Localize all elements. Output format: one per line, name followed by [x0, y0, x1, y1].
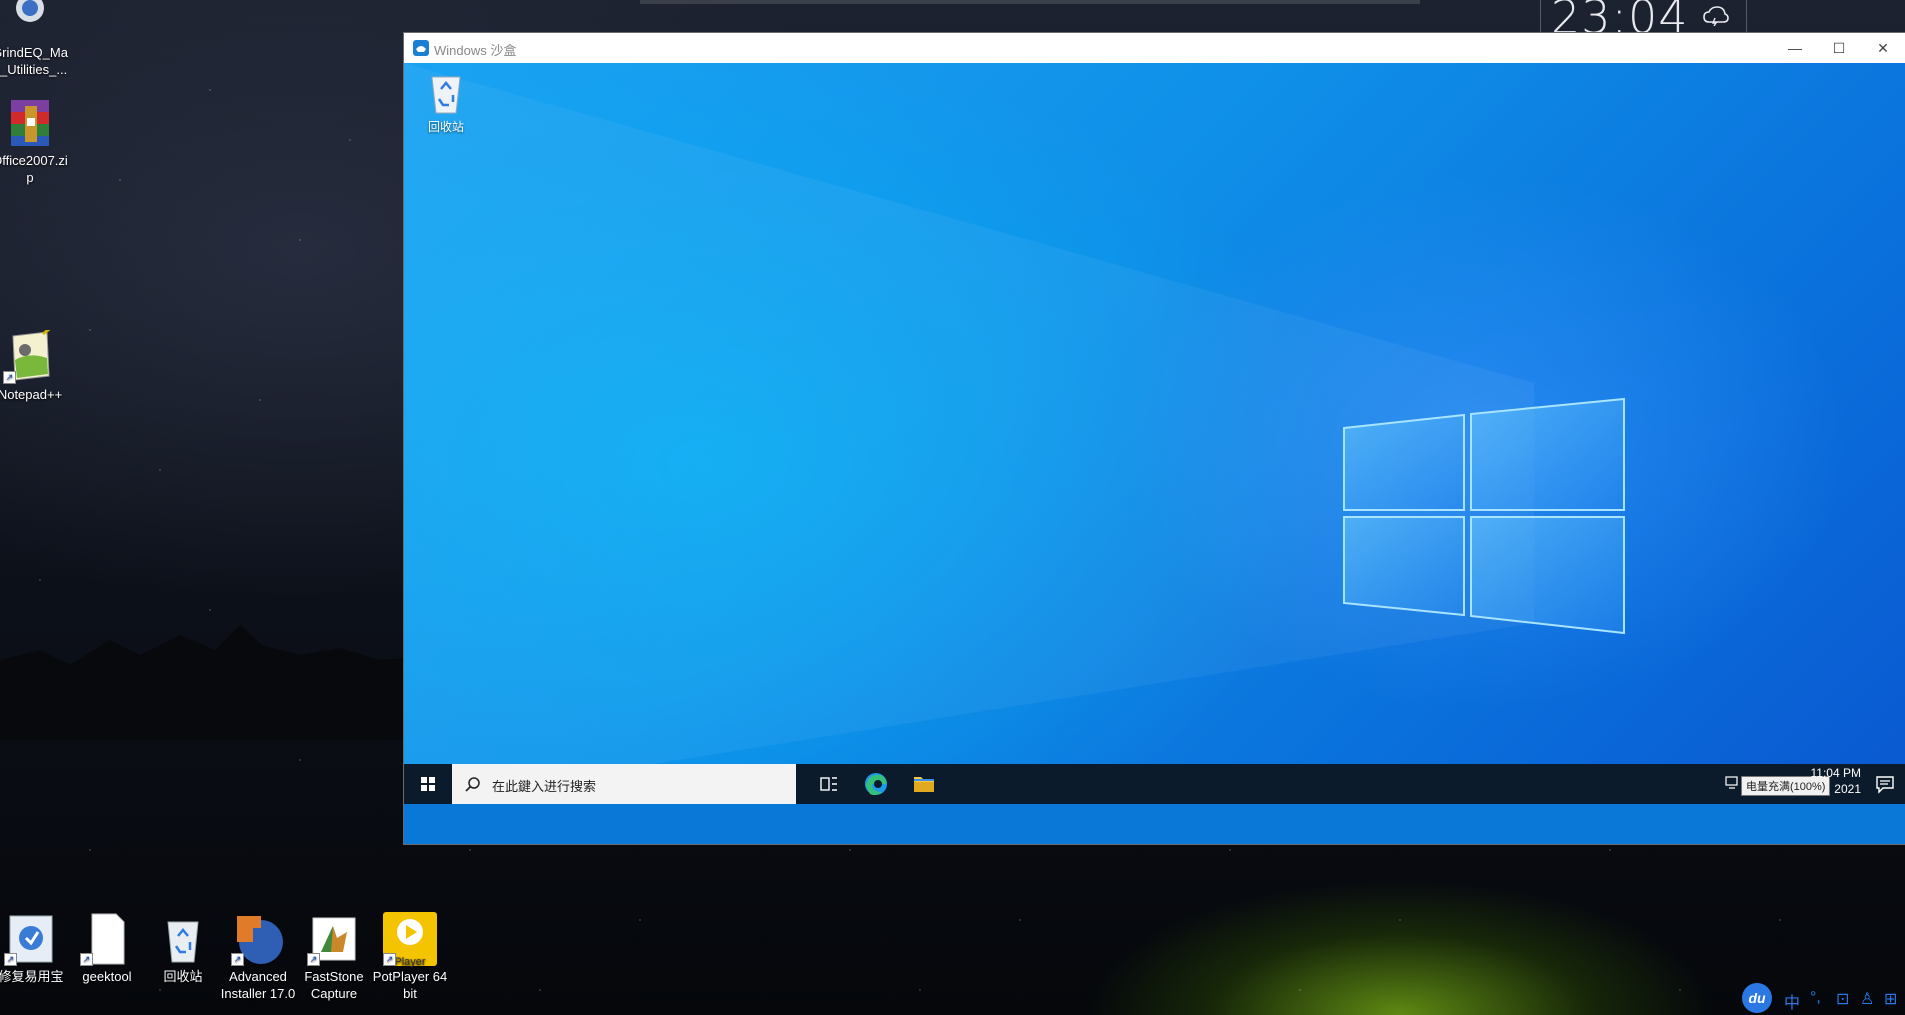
edge-browser-icon [865, 773, 887, 796]
desktop-icon-repair-tool[interactable]: ↗ 修复易用宝 [0, 912, 69, 985]
sandbox-recycle-bin-label: 回收站 [427, 120, 464, 134]
host-clock-text: 23:04 [1551, 0, 1689, 35]
desktop-icon-label: PotPlayer 64 [372, 969, 448, 984]
weather-cloud-icon [1703, 6, 1729, 26]
recycle-bin-icon [156, 912, 210, 966]
edge-taskbar-button[interactable] [852, 764, 900, 804]
ime-punctuation-toggle[interactable]: °, [1810, 989, 1821, 1007]
desktop-icon-label: Advanced [229, 969, 287, 984]
sandbox-app-icon [413, 40, 429, 56]
shortcut-arrow-icon: ↗ [383, 953, 396, 966]
recycle-bin-icon [431, 76, 461, 114]
maximize-button[interactable]: ☐ [1817, 33, 1861, 63]
faststone-capture-icon: ↗ [307, 912, 361, 966]
ime-screen-icon[interactable]: ⊡ [1836, 989, 1849, 1009]
taskbar-search-box[interactable]: 在此鍵入进行搜索 [452, 764, 796, 804]
shortcut-arrow-icon: ↗ [80, 953, 93, 966]
baidu-ime-logo-icon[interactable]: du [1742, 983, 1772, 1013]
ime-user-icon[interactable]: ♙ [1860, 989, 1874, 1009]
desktop-icon-geektool[interactable]: ↗ geektool [69, 912, 145, 985]
file-explorer-taskbar-button[interactable] [900, 764, 948, 804]
sandbox-taskbar: 在此鍵入进行搜索 电量充满(100%) 11:04 PM 2021 [404, 764, 1905, 804]
desktop-icon-label: FastStone [304, 969, 364, 984]
shortcut-arrow-icon: ↗ [231, 953, 244, 966]
desktop-icon-faststone-capture[interactable]: ↗ FastStone Capture [296, 912, 372, 1002]
winrar-archive-icon [3, 96, 57, 150]
folder-icon [914, 777, 934, 792]
desktop-icon-label: p [26, 170, 34, 185]
desktop-icon-label: Installer 17.0 [220, 986, 296, 1001]
minimize-button[interactable]: — [1773, 33, 1817, 63]
ime-grid-icon[interactable]: ⊞ [1884, 989, 1897, 1009]
grindeq-icon [3, 0, 57, 42]
search-placeholder: 在此鍵入进行搜索 [492, 779, 597, 794]
start-button[interactable] [404, 764, 452, 804]
shortcut-arrow-icon: ↗ [3, 371, 16, 384]
notepadpp-icon: ↗ [3, 324, 57, 384]
action-center-icon[interactable] [1875, 774, 1895, 794]
desktop-icon-label: Office2007.zi [0, 153, 68, 168]
taskbar-clock[interactable]: 11:04 PM 2021 [1811, 765, 1861, 797]
host-top-widget-bar [640, 0, 1420, 4]
windows-start-icon [421, 777, 435, 791]
sandbox-desktop[interactable]: 回收站 在此鍵入进行搜索 电量充满(100%) 11:04 PM 2021 [404, 63, 1905, 804]
sandbox-titlebar[interactable]: Windows 沙盒 — ☐ ✕ [404, 33, 1905, 64]
windows-logo-wallpaper [404, 63, 1625, 804]
desktop-icon-advanced-installer[interactable]: ↗ Advanced Installer 17.0 [220, 912, 296, 1002]
potplayer-icon: Player ↗ [383, 912, 437, 968]
desktop-icon-label: geektool [82, 969, 132, 984]
shortcut-arrow-icon: ↗ [4, 953, 17, 966]
desktop-icon-label: 修复易用宝 [0, 969, 64, 984]
sandbox-window[interactable]: Windows 沙盒 — ☐ ✕ 回收站 在此鍵入进行搜索 电量充满(100%)… [404, 33, 1905, 844]
sandbox-title: Windows 沙盒 [434, 43, 517, 58]
task-view-icon [820, 777, 837, 791]
advanced-installer-icon: ↗ [231, 912, 285, 966]
desktop-icon-office2007-zip[interactable]: Office2007.zi p [0, 96, 68, 186]
desktop-icon-recycle-bin[interactable]: 回收站 [145, 912, 221, 985]
task-view-button[interactable] [804, 764, 852, 804]
sandbox-recycle-bin[interactable]: 回收站 [415, 71, 477, 135]
network-icon[interactable] [1725, 775, 1741, 791]
desktop-icon-label: 回收站 [163, 969, 203, 984]
search-icon [465, 777, 480, 792]
taskbar-date: 2021 [1834, 782, 1861, 796]
desktop-icon-label: GrindEQ_Ma [0, 45, 68, 60]
blank-file-icon: ↗ [80, 912, 134, 966]
ime-toolbar[interactable]: du 中 °, ⊡ ♙ ⊞ [1742, 983, 1905, 1015]
desktop-icon-label: h_Utilities_... [0, 62, 68, 77]
desktop-icon-label: bit [403, 986, 417, 1001]
taskbar-time: 11:04 PM [1810, 766, 1861, 780]
desktop-icon-grindeq[interactable]: GrindEQ_Ma h_Utilities_... [0, 0, 68, 78]
repair-tool-icon: ↗ [4, 912, 58, 966]
shortcut-arrow-icon: ↗ [307, 953, 320, 966]
wallpaper-mountains [0, 625, 410, 740]
desktop-icon-notepadpp[interactable]: ↗ Notepad++ [0, 324, 68, 403]
desktop-icon-label: Notepad++ [0, 387, 63, 402]
ime-language-toggle[interactable]: 中 [1784, 989, 1800, 1013]
close-button[interactable]: ✕ [1861, 33, 1905, 63]
desktop-icon-potplayer[interactable]: Player ↗ PotPlayer 64 bit [372, 912, 448, 1002]
desktop-icon-label: Capture [310, 986, 358, 1001]
host-clock-widget: 23:04 [1540, 0, 1747, 35]
